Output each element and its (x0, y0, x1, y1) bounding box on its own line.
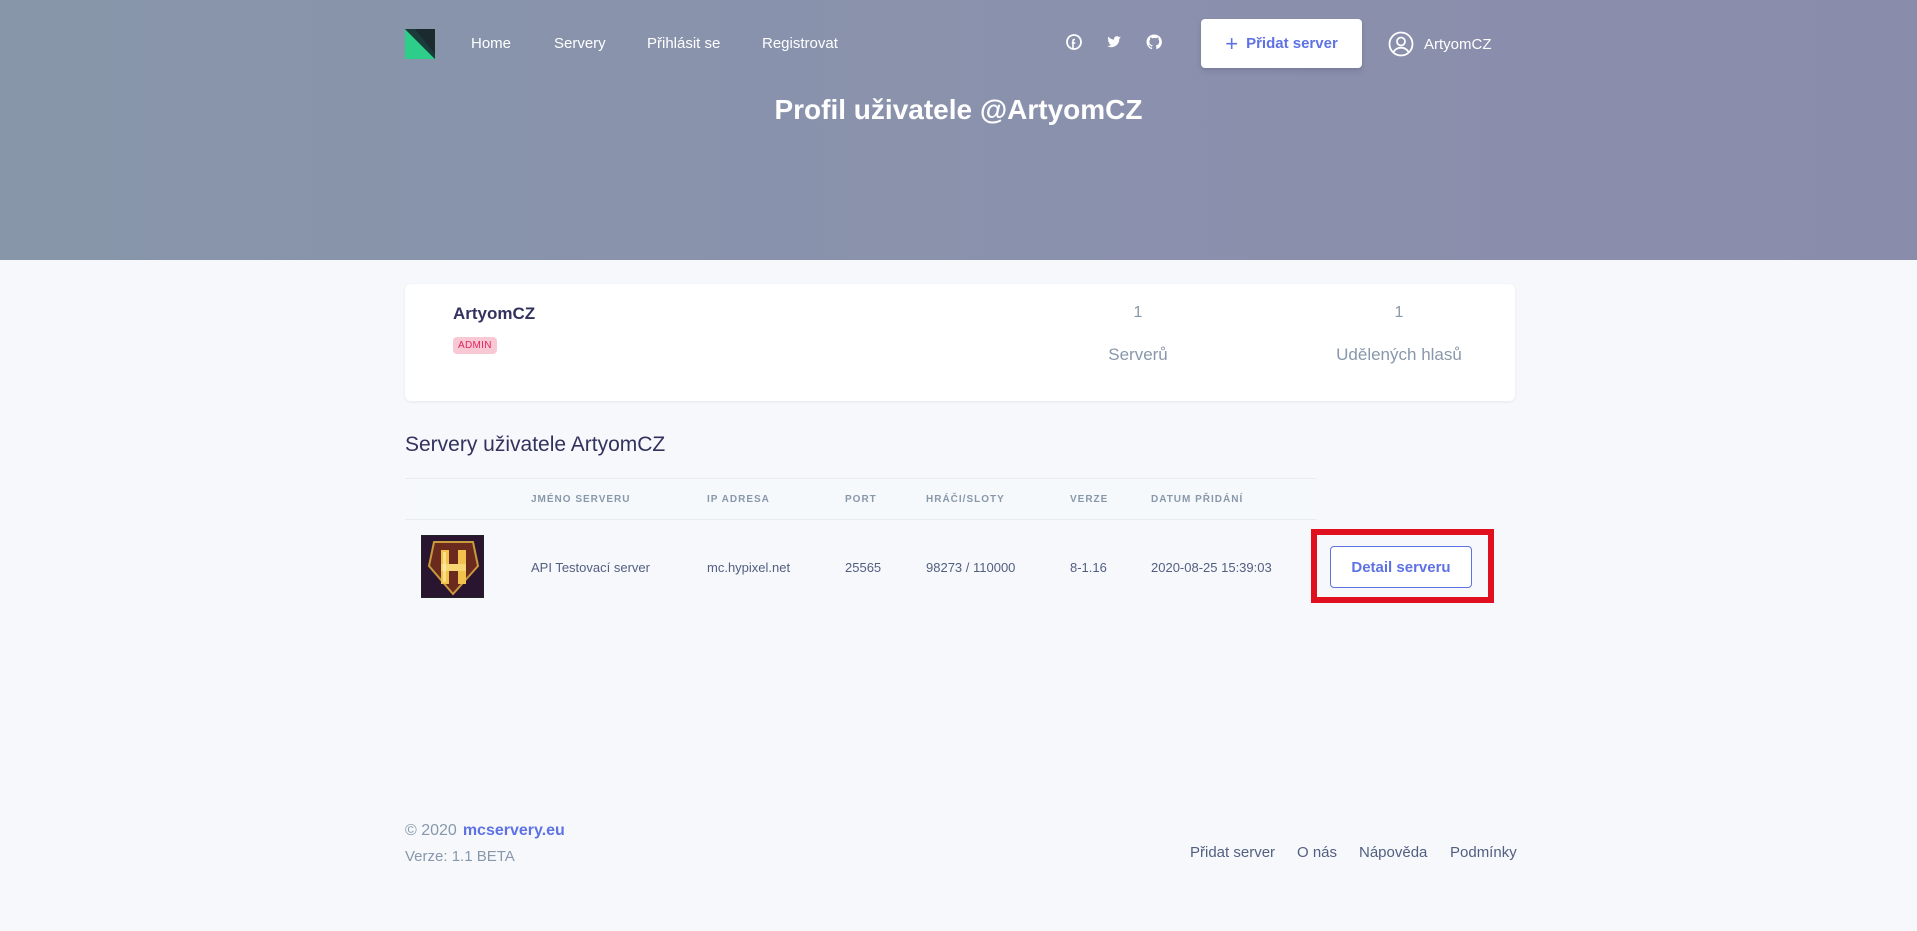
server-players: 98273 / 110000 (926, 560, 1016, 575)
stat-votes: 1 Udělených hlasů (1299, 304, 1499, 365)
servers-table: JMÉNO SERVERU IP ADRESA PORT HRÁČI/SLOTY… (405, 478, 1316, 615)
stat-servers-label: Serverů (1108, 345, 1168, 364)
footer-link-help[interactable]: Nápověda (1359, 844, 1427, 861)
column-header-added: DATUM PŘIDÁNÍ (1151, 494, 1244, 505)
server-detail-button[interactable]: Detail serveru (1330, 546, 1472, 588)
profile-card: ArtyomCZ ADMIN 1 Serverů 1 Udělených hla… (405, 284, 1515, 401)
page-title: Profil uživatele @ArtyomCZ (774, 94, 1143, 125)
stat-servers: 1 Serverů (1038, 304, 1238, 365)
username: ArtyomCZ (1424, 35, 1492, 53)
facebook-icon[interactable] (1065, 33, 1083, 51)
column-header-port: PORT (845, 494, 877, 505)
column-header-name: JMÉNO SERVERU (531, 494, 631, 505)
navbar: Home Servery Přihlásit se Registrovat + … (405, 19, 1515, 69)
column-header-players: HRÁČI/SLOTY (926, 494, 1005, 505)
column-header-ip: IP ADRESA (707, 494, 770, 505)
nav-servers-link[interactable]: Servery (554, 35, 606, 52)
nav-register-link[interactable]: Registrovat (762, 35, 838, 52)
profile-name: ArtyomCZ (453, 304, 536, 323)
twitter-icon[interactable] (1105, 33, 1123, 51)
table-header: JMÉNO SERVERU IP ADRESA PORT HRÁČI/SLOTY… (405, 478, 1316, 520)
stat-servers-value: 1 (1133, 304, 1143, 321)
stat-votes-label: Udělených hlasů (1336, 345, 1462, 364)
add-server-button[interactable]: + Přidat server (1201, 19, 1362, 68)
nav-home-link[interactable]: Home (471, 35, 511, 52)
user-avatar-icon (1388, 31, 1414, 57)
servers-section-title: Servery uživatele ArtyomCZ (405, 433, 666, 456)
server-ip: mc.hypixel.net (707, 560, 791, 575)
footer-link-terms[interactable]: Podmínky (1450, 844, 1517, 861)
footer-link-add-server[interactable]: Přidat server (1190, 844, 1275, 861)
admin-badge: ADMIN (453, 337, 497, 354)
plus-icon: + (1225, 30, 1239, 56)
app-version: Verze: 1.1 BETA (405, 848, 515, 865)
copyright-text: © 2020 (405, 822, 457, 839)
table-row: API Testovací server mc.hypixel.net 2556… (405, 520, 1316, 615)
column-header-version: VERZE (1070, 494, 1109, 505)
site-logo-icon[interactable] (405, 29, 435, 59)
github-icon[interactable] (1145, 33, 1163, 51)
site-link[interactable]: mcservery.eu (463, 822, 565, 839)
server-added: 2020-08-25 15:39:03 (1151, 560, 1272, 575)
copyright: © 2020 mcservery.eu (405, 822, 565, 840)
server-icon (421, 535, 484, 598)
server-port: 25565 (845, 560, 882, 575)
user-menu[interactable]: ArtyomCZ (1388, 31, 1492, 57)
server-name: API Testovací server (531, 560, 650, 575)
footer-info: © 2020 mcservery.eu Verze: 1.1 BETA (405, 822, 565, 865)
stat-votes-value: 1 (1394, 304, 1404, 321)
server-version: 8-1.16 (1070, 560, 1107, 575)
add-server-label: Přidat server (1246, 35, 1338, 52)
footer-link-about[interactable]: O nás (1297, 844, 1337, 861)
nav-login-link[interactable]: Přihlásit se (647, 35, 720, 52)
hero-header: Home Servery Přihlásit se Registrovat + … (0, 0, 1917, 260)
